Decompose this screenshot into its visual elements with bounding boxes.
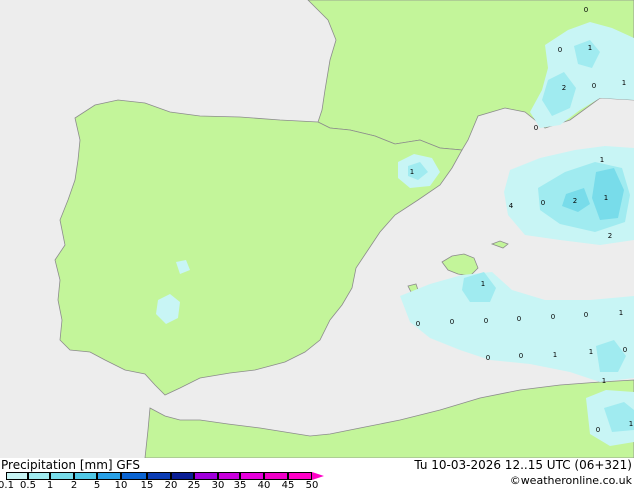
legend-tick-label: 2	[70, 480, 78, 491]
valid-time: Tu 10-03-2026 12..15 UTC (06+321)	[414, 458, 632, 472]
precip-value-label: 0	[484, 317, 488, 325]
legend-tick-label: 25	[187, 480, 201, 491]
legend-swatch	[218, 472, 240, 480]
precip-value-label: 0	[551, 313, 555, 321]
legend-tick-label: 30	[211, 480, 225, 491]
precip-value-label: 2	[573, 197, 577, 205]
precip-value-label: 0	[534, 124, 538, 132]
legend-tick-label: 15	[140, 480, 154, 491]
precipitation-map: 0 1 0 2 0 1 0 1 2 0 1 2 4 1 1 1 0 0 0 0 0 0 1 0 0 1 0 1 0 1	[0, 0, 634, 458]
precip-value-label: 0	[584, 6, 588, 14]
footer: Precipitation [mm] GFS Tu 10-03-2026 12.…	[0, 458, 634, 492]
legend-swatch	[97, 472, 121, 480]
legend-tick-label: 50	[305, 480, 319, 491]
precip-value-label: 0	[486, 354, 490, 362]
legend-tick-label: 35	[233, 480, 247, 491]
credit-link[interactable]: ©weatheronline.co.uk	[510, 474, 632, 487]
precip-value-label: 4	[509, 202, 514, 210]
legend-swatch	[147, 472, 171, 480]
precip-value-label: 1	[589, 348, 593, 356]
legend-tick-label: 0.1	[0, 480, 14, 491]
precip-value-label: 1	[600, 156, 604, 164]
legend-swatch	[74, 472, 97, 480]
legend-swatch	[171, 472, 194, 480]
precip-value-label: 0	[519, 352, 523, 360]
legend-tick-label: 0.5	[20, 480, 36, 491]
precip-value-label: 0	[517, 315, 521, 323]
legend-tick-label: 10	[114, 480, 128, 491]
precip-value-label: 0	[592, 82, 596, 90]
precip-value-label: 0	[450, 318, 454, 326]
legend-tick-label: 5	[93, 480, 101, 491]
map-title: Precipitation [mm] GFS	[1, 458, 140, 472]
precip-value-label: 1	[410, 168, 414, 176]
legend-arrow	[312, 472, 324, 480]
precip-value-label: 0	[623, 346, 627, 354]
precip-value-label: 0	[558, 46, 562, 54]
legend-swatch	[6, 472, 28, 480]
legend-swatch	[50, 472, 74, 480]
precip-value-label: 1	[602, 377, 606, 385]
legend-swatch	[121, 472, 147, 480]
precip-value-label: 0	[416, 320, 420, 328]
legend-ticks: 0.1 0.5 1 2 5 10 15 20 25 30 35 40 45 50	[0, 480, 340, 492]
legend-tick-label: 40	[257, 480, 271, 491]
legend-swatch	[194, 472, 218, 480]
precip-value-label: 1	[481, 280, 485, 288]
legend-swatch	[240, 472, 264, 480]
legend-swatch	[288, 472, 312, 480]
precip-value-label: 1	[629, 420, 633, 428]
precip-value-label: 1	[619, 309, 623, 317]
precip-value-label: 2	[562, 84, 566, 92]
legend-tick-label: 20	[164, 480, 178, 491]
precip-value-label: 0	[541, 199, 545, 207]
legend-tick-label: 1	[46, 480, 54, 491]
legend-swatch	[28, 472, 50, 480]
precip-value-label: 1	[588, 44, 592, 52]
precip-value-label: 1	[622, 79, 626, 87]
legend-swatch	[264, 472, 288, 480]
legend-tick-label: 45	[281, 480, 295, 491]
precip-value-label: 0	[584, 311, 588, 319]
precip-value-label: 2	[608, 232, 612, 240]
precip-value-label: 1	[604, 194, 608, 202]
precip-value-label: 0	[596, 426, 600, 434]
precip-value-label: 1	[553, 351, 557, 359]
